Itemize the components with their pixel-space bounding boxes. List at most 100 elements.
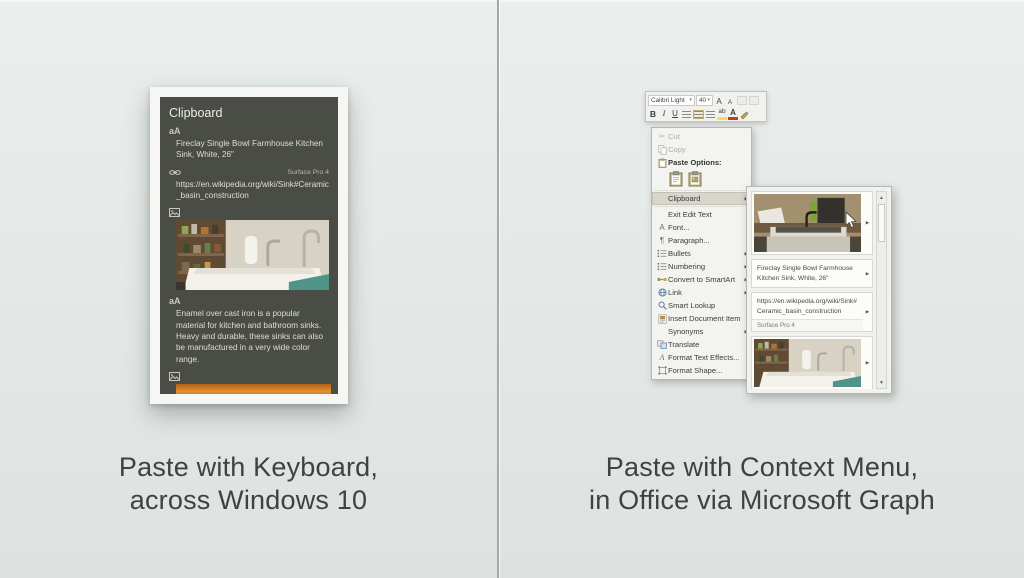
paragraph-icon: ¶ [656, 237, 668, 245]
scissors-icon: ✂ [656, 133, 668, 141]
scrollbar-track[interactable] [878, 202, 885, 378]
grow-font-button[interactable]: A [714, 95, 724, 106]
align-center-icon[interactable] [694, 111, 703, 118]
shrink-font-button[interactable]: A [725, 95, 735, 106]
menu-item-bullets[interactable]: Bullets ▶ [652, 247, 751, 260]
card-link-content: https://en.wikipedia.org/wiki/Sink#Ceram… [752, 293, 863, 318]
caption-line: Paste with Context Menu, [500, 451, 1024, 484]
menu-item-paste-options: Paste Options: [652, 156, 751, 169]
flyout-card-link[interactable]: https://en.wikipedia.org/wiki/Sink#Ceram… [751, 292, 873, 331]
dropdown-arrow-icon: ▾ [707, 97, 710, 103]
clipboard-panel-title: Clipboard [169, 106, 329, 120]
document-item-icon [656, 314, 668, 324]
align-right-icon[interactable] [706, 111, 715, 118]
menu-item-clipboard[interactable]: Clipboard ▶ [652, 192, 751, 205]
smartart-icon [656, 275, 668, 284]
magnifier-icon [656, 301, 668, 310]
menu-item-format-shape[interactable]: Format Shape... [652, 364, 751, 377]
menu-item-insert-document-item[interactable]: Insert Document Item [652, 312, 751, 325]
scroll-down-button[interactable]: ▼ [878, 378, 885, 387]
clipboard-item-content: Enamel over cast iron is a popular mater… [169, 308, 329, 365]
clipboard-item-image-1[interactable] [169, 208, 329, 290]
menu-item-smart-lookup[interactable]: Smart Lookup [652, 299, 751, 312]
clipboard-item-image-2[interactable] [169, 372, 329, 394]
right-caption: Paste with Context Menu, in Office via M… [500, 451, 1024, 518]
menu-separator [654, 190, 749, 191]
numbering-icon [656, 262, 668, 271]
font-name-select[interactable]: Calibri Light ▾ [648, 95, 695, 106]
copy-icon [656, 145, 668, 155]
paste-options-row [652, 169, 751, 189]
font-icon: A [656, 224, 668, 232]
clipboard-item-content: Fireclay Single Bowl Farmhouse Kitchen S… [169, 138, 329, 161]
underline-button[interactable]: U [670, 109, 680, 120]
mouse-cursor [845, 211, 857, 234]
translate-icon [656, 340, 668, 349]
card-source-device: Surface Pro 4 [752, 319, 863, 331]
card-expand-icon[interactable]: ▶ [863, 260, 872, 287]
menu-item-paragraph[interactable]: ¶ Paragraph... [652, 234, 751, 247]
windows-clipboard-panel: Clipboard aA Fireclay Single Bowl Farmho… [150, 87, 348, 404]
paste-keep-source-formatting-button[interactable] [669, 171, 683, 187]
office-mini-toolbar: Calibri Light ▾ 40 ▾ A A B I U ab A [645, 91, 767, 122]
caption-line: in Office via Microsoft Graph [500, 484, 1024, 517]
office-context-menu: ✂ Cut Copy Paste Options: Clipbo [651, 127, 752, 380]
clipboard-screen: Clipboard aA Fireclay Single Bowl Farmho… [160, 97, 338, 394]
presentation-slide: Clipboard aA Fireclay Single Bowl Farmho… [0, 0, 1024, 578]
clipboard-submenu-flyout: ▶ Fireclay Single Bowl Farmhouse Kitchen… [746, 186, 892, 394]
clipboard-item-link[interactable]: Surface Pro 4 https://en.wikipedia.org/w… [169, 168, 329, 202]
menu-item-translate[interactable]: Translate [652, 338, 751, 351]
font-color-button[interactable]: A [728, 109, 738, 120]
italic-button[interactable]: I [659, 109, 669, 120]
text-effects-icon: A [656, 354, 668, 362]
menu-item-convert-to-smartart[interactable]: Convert to SmartArt ▶ [652, 273, 751, 286]
caption-line: Paste with Keyboard, [0, 451, 497, 484]
text-icon: aA [169, 297, 329, 306]
flyout-scrollbar[interactable]: ▲ ▼ [876, 191, 887, 389]
increase-indent-button[interactable] [749, 96, 759, 105]
font-size-select[interactable]: 40 ▾ [696, 95, 713, 106]
kitchen-sink-photo-bright [754, 339, 861, 387]
image-icon [169, 372, 329, 381]
globe-link-icon [656, 288, 668, 297]
scroll-up-button[interactable]: ▲ [878, 193, 885, 202]
clipboard-item-text-2[interactable]: aA Enamel over cast iron is a popular ma… [169, 297, 329, 365]
flyout-card-text[interactable]: Fireclay Single Bowl Farmhouse Kitchen S… [751, 259, 873, 288]
caption-line: across Windows 10 [0, 484, 497, 517]
bold-button[interactable]: B [648, 109, 658, 120]
left-caption: Paste with Keyboard, across Windows 10 [0, 451, 497, 518]
shape-icon [656, 366, 668, 375]
format-painter-icon[interactable] [739, 109, 749, 120]
dropdown-arrow-icon: ▾ [689, 97, 692, 103]
link-icon [169, 168, 181, 177]
menu-item-synonyms[interactable]: Synonyms ▶ [652, 325, 751, 338]
font-name-value: Calibri Light [651, 97, 685, 104]
font-size-value: 40 [699, 97, 706, 104]
flyout-card-image-2[interactable]: ▶ [751, 336, 873, 389]
menu-item-cut[interactable]: ✂ Cut [652, 130, 751, 143]
clipboard-item-content: https://en.wikipedia.org/wiki/Sink#Ceram… [169, 179, 329, 202]
text-icon: aA [169, 127, 329, 136]
menu-item-numbering[interactable]: Numbering ▶ [652, 260, 751, 273]
partial-image-strip [176, 384, 331, 394]
slide-divider [497, 0, 499, 578]
menu-item-copy[interactable]: Copy [652, 143, 751, 156]
highlight-color-button[interactable]: ab [717, 109, 727, 120]
menu-separator [654, 206, 749, 207]
decrease-indent-button[interactable] [737, 96, 747, 105]
bullets-icon [656, 249, 668, 258]
menu-item-font[interactable]: A Font... [652, 221, 751, 234]
card-expand-icon[interactable]: ▶ [863, 192, 872, 254]
card-expand-icon[interactable]: ▶ [863, 337, 872, 389]
card-expand-icon[interactable]: ▶ [863, 293, 872, 330]
menu-item-format-text-effects[interactable]: A Format Text Effects... [652, 351, 751, 364]
clipboard-icon [656, 158, 668, 168]
align-left-icon[interactable] [682, 111, 691, 118]
paste-picture-button[interactable] [688, 171, 702, 187]
menu-item-link[interactable]: Link ▶ [652, 286, 751, 299]
menu-item-exit-edit-text[interactable]: Exit Edit Text [652, 208, 751, 221]
kitchen-sink-photo [176, 220, 329, 290]
scrollbar-thumb[interactable] [878, 204, 885, 242]
image-icon [169, 208, 329, 217]
clipboard-item-text-1[interactable]: aA Fireclay Single Bowl Farmhouse Kitche… [169, 127, 329, 161]
